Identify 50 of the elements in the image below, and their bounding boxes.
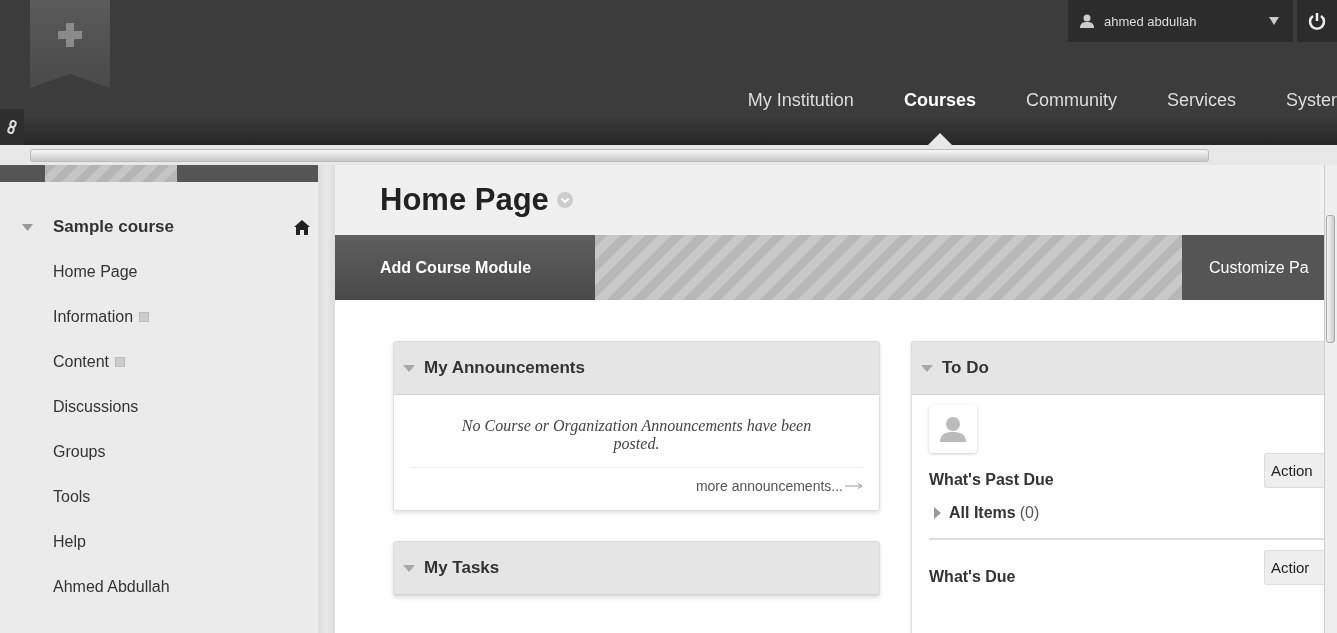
nav-tab[interactable]: Community bbox=[1000, 90, 1142, 145]
arrow-icon bbox=[845, 483, 863, 489]
scrollbar-thumb[interactable] bbox=[1326, 215, 1335, 343]
collapse-arrow-icon[interactable] bbox=[921, 364, 933, 372]
expand-arrow-icon[interactable] bbox=[934, 507, 941, 519]
menu-item[interactable]: Ahmed Abdullah bbox=[53, 577, 170, 596]
avatar-icon bbox=[929, 405, 977, 453]
menu-item[interactable]: Groups bbox=[53, 442, 106, 461]
group-label[interactable]: All Items bbox=[949, 504, 1016, 522]
menu-item[interactable]: Discussions bbox=[53, 397, 139, 416]
more-link[interactable]: more announcements... bbox=[695, 478, 843, 494]
menu-item[interactable]: Home Page bbox=[53, 262, 138, 281]
nav-tab[interactable]: Services bbox=[1141, 90, 1261, 145]
person-icon bbox=[1080, 14, 1094, 28]
empty-message: No Course or Organization Announcements have been posted. bbox=[410, 417, 863, 468]
caret-icon bbox=[1269, 17, 1279, 25]
user-name: ahmed abdullah bbox=[1104, 13, 1198, 29]
collapse-arrow-icon[interactable] bbox=[403, 364, 415, 372]
menu-item[interactable]: Help bbox=[53, 532, 86, 551]
section-title: What's Due bbox=[929, 568, 1016, 586]
menu-item[interactable]: Content bbox=[53, 352, 110, 371]
panel-title: My Announcements bbox=[424, 358, 585, 378]
home-icon[interactable] bbox=[294, 219, 310, 235]
vertical-scrollbar[interactable] bbox=[1324, 165, 1337, 633]
user-menu[interactable]: ahmed abdullah bbox=[1068, 0, 1293, 42]
action-button[interactable]: Actior bbox=[1264, 550, 1324, 585]
plus-icon bbox=[55, 20, 85, 50]
link-button[interactable] bbox=[0, 109, 24, 145]
logout-button[interactable] bbox=[1297, 0, 1337, 42]
page-title: Home Page bbox=[380, 182, 549, 218]
add-ribbon-button[interactable] bbox=[30, 0, 110, 88]
resize-handle[interactable] bbox=[318, 165, 335, 633]
course-title[interactable]: Sample course bbox=[53, 217, 294, 237]
collapse-arrow-icon[interactable] bbox=[403, 564, 415, 572]
link-icon bbox=[7, 120, 17, 134]
power-icon bbox=[1308, 12, 1326, 30]
add-module-button[interactable]: Add Course Module bbox=[335, 235, 595, 300]
nav-tab[interactable]: My Institution bbox=[722, 90, 879, 145]
action-button[interactable]: Action bbox=[1264, 453, 1324, 488]
nav-tab[interactable]: Syster bbox=[1261, 90, 1337, 145]
item-count: (0) bbox=[1019, 504, 1040, 522]
scrollbar-thumb[interactable] bbox=[30, 148, 1209, 162]
menu-item[interactable]: Information bbox=[53, 307, 134, 326]
chevron-icon[interactable] bbox=[556, 192, 573, 208]
section-title: What's Past Due bbox=[929, 471, 1054, 489]
panel-title: My Tasks bbox=[424, 558, 500, 578]
horizontal-scrollbar[interactable] bbox=[0, 145, 1337, 165]
menu-item[interactable]: Tools bbox=[53, 487, 91, 506]
expand-arrow-icon[interactable] bbox=[22, 223, 33, 231]
panel-title: To Do bbox=[942, 358, 989, 378]
